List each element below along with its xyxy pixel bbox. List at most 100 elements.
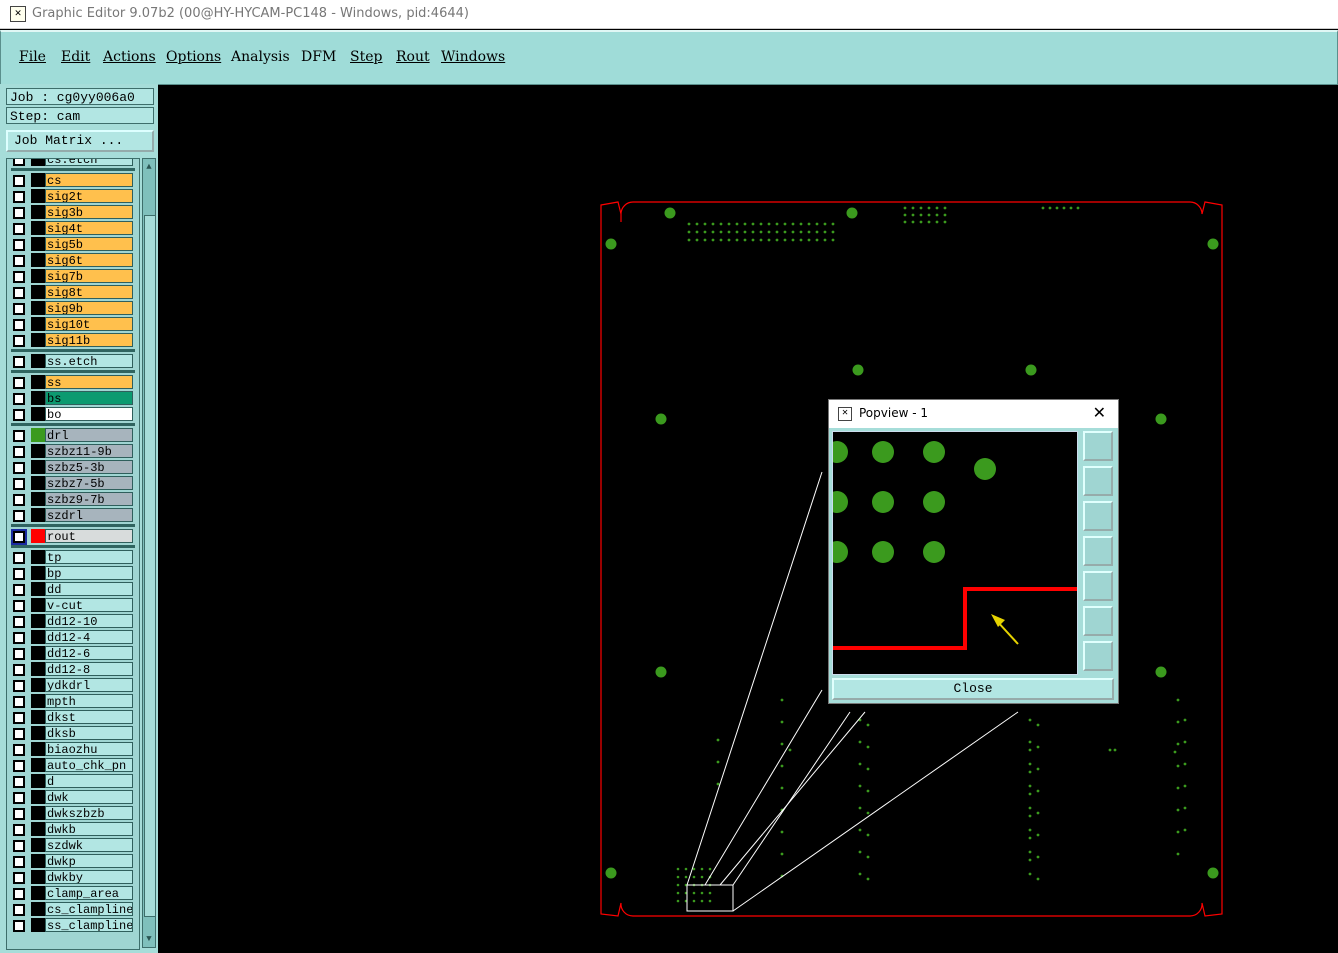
layer-row[interactable]: dd12-8 [7, 661, 139, 677]
layer-row[interactable]: sig5b [7, 236, 139, 252]
layer-row[interactable]: szbz11-9b [7, 443, 139, 459]
layer-name[interactable]: bs [45, 391, 133, 405]
layer-checkbox[interactable] [13, 808, 25, 820]
layer-name[interactable]: dd12-6 [45, 646, 133, 660]
layer-checkbox[interactable] [13, 239, 25, 251]
layer-row[interactable]: ss [7, 374, 139, 390]
layer-checkbox[interactable] [13, 760, 25, 772]
layer-checkbox[interactable] [13, 207, 25, 219]
layer-color-swatch[interactable] [31, 205, 45, 219]
layer-color-swatch[interactable] [31, 726, 45, 740]
menu-step[interactable]: Step [350, 49, 382, 65]
layer-color-swatch[interactable] [31, 566, 45, 580]
layer-name[interactable]: szbz5-3b [45, 460, 133, 474]
layer-row[interactable]: drl [7, 427, 139, 443]
layer-checkbox[interactable] [13, 393, 25, 405]
layer-checkbox[interactable] [13, 478, 25, 490]
layer-color-swatch[interactable] [31, 582, 45, 596]
layer-checkbox[interactable] [13, 462, 25, 474]
layer-checkbox[interactable] [13, 744, 25, 756]
scroll-up-icon[interactable]: ▲ [143, 161, 155, 173]
layer-checkbox[interactable] [13, 223, 25, 235]
menu-actions[interactable]: Actions [103, 49, 156, 65]
popview-canvas[interactable] [832, 431, 1078, 675]
layer-checkbox[interactable] [13, 616, 25, 628]
layer-name[interactable]: szbz9-7b [45, 492, 133, 506]
layer-name[interactable]: dd12-8 [45, 662, 133, 676]
layer-color-swatch[interactable] [31, 444, 45, 458]
layer-row[interactable]: sig9b [7, 300, 139, 316]
layer-name[interactable]: biaozhu [45, 742, 133, 756]
layer-color-swatch[interactable] [31, 614, 45, 628]
layer-checkbox[interactable] [13, 287, 25, 299]
layer-list-scrollbar[interactable]: ▲ ▼ [142, 158, 156, 948]
layer-row[interactable]: auto_chk_pn [7, 757, 139, 773]
layer-row[interactable]: bs [7, 390, 139, 406]
layer-row[interactable]: dd12-6 [7, 645, 139, 661]
layer-color-swatch[interactable] [31, 333, 45, 347]
layer-name[interactable]: dwkby [45, 870, 133, 884]
layer-name[interactable]: rout [45, 529, 133, 543]
layer-checkbox[interactable] [13, 409, 25, 421]
layer-name[interactable]: sig4t [45, 221, 133, 235]
layer-row[interactable]: sig2t [7, 188, 139, 204]
layer-color-swatch[interactable] [31, 407, 45, 421]
layer-checkbox[interactable] [13, 255, 25, 267]
layer-name[interactable]: szbz11-9b [45, 444, 133, 458]
layer-checkbox[interactable] [13, 696, 25, 708]
layer-color-swatch[interactable] [31, 694, 45, 708]
layer-row[interactable]: cs.etch [7, 159, 139, 167]
layer-row[interactable]: szbz7-5b [7, 475, 139, 491]
layer-name[interactable]: ss_clampline [45, 918, 133, 932]
layer-color-swatch[interactable] [31, 790, 45, 804]
layer-checkbox[interactable] [13, 552, 25, 564]
layer-name[interactable]: clamp_area [45, 886, 133, 900]
layer-row[interactable]: ss_clampline [7, 917, 139, 933]
layer-row[interactable]: dd12-4 [7, 629, 139, 645]
layer-checkbox[interactable] [13, 600, 25, 612]
layer-row[interactable]: bp [7, 565, 139, 581]
job-matrix-button[interactable]: Job Matrix ... [6, 130, 154, 152]
layer-checkbox[interactable] [13, 888, 25, 900]
layer-name[interactable]: dwkp [45, 854, 133, 868]
layer-color-swatch[interactable] [31, 529, 45, 543]
layer-row[interactable]: sig3b [7, 204, 139, 220]
layer-row[interactable]: szbz5-3b [7, 459, 139, 475]
layer-color-swatch[interactable] [31, 742, 45, 756]
layer-name[interactable]: sig6t [45, 253, 133, 267]
layer-row[interactable]: clamp_area [7, 885, 139, 901]
layer-name[interactable]: szbz7-5b [45, 476, 133, 490]
layer-name[interactable]: ss [45, 375, 133, 389]
layer-name[interactable]: sig5b [45, 237, 133, 251]
layer-color-swatch[interactable] [31, 774, 45, 788]
layer-color-swatch[interactable] [31, 317, 45, 331]
layer-checkbox[interactable] [13, 175, 25, 187]
layer-checkbox[interactable] [13, 446, 25, 458]
layer-name[interactable]: drl [45, 428, 133, 442]
menu-file[interactable]: File [19, 49, 46, 65]
layer-color-swatch[interactable] [31, 550, 45, 564]
layer-color-swatch[interactable] [31, 189, 45, 203]
layer-color-swatch[interactable] [31, 237, 45, 251]
popview-close-icon[interactable]: ✕ [1093, 403, 1106, 422]
layer-name[interactable]: bo [45, 407, 133, 421]
layer-color-swatch[interactable] [31, 508, 45, 522]
scrollbar-thumb[interactable] [144, 215, 156, 917]
layer-row[interactable]: dwk [7, 789, 139, 805]
layer-color-swatch[interactable] [31, 646, 45, 660]
layer-checkbox[interactable] [13, 680, 25, 692]
layer-checkbox[interactable] [13, 510, 25, 522]
layer-row[interactable]: dksb [7, 725, 139, 741]
layer-name[interactable]: dksb [45, 726, 133, 740]
layer-row[interactable]: ydkdrl [7, 677, 139, 693]
layer-checkbox[interactable] [13, 776, 25, 788]
layer-name[interactable]: dwkb [45, 822, 133, 836]
layer-checkbox[interactable] [13, 356, 25, 368]
layer-checkbox[interactable] [13, 728, 25, 740]
layer-name[interactable]: sig7b [45, 269, 133, 283]
layer-color-swatch[interactable] [31, 886, 45, 900]
layer-name[interactable]: sig2t [45, 189, 133, 203]
layer-color-swatch[interactable] [31, 476, 45, 490]
layer-row[interactable]: cs [7, 172, 139, 188]
layer-name[interactable]: sig9b [45, 301, 133, 315]
